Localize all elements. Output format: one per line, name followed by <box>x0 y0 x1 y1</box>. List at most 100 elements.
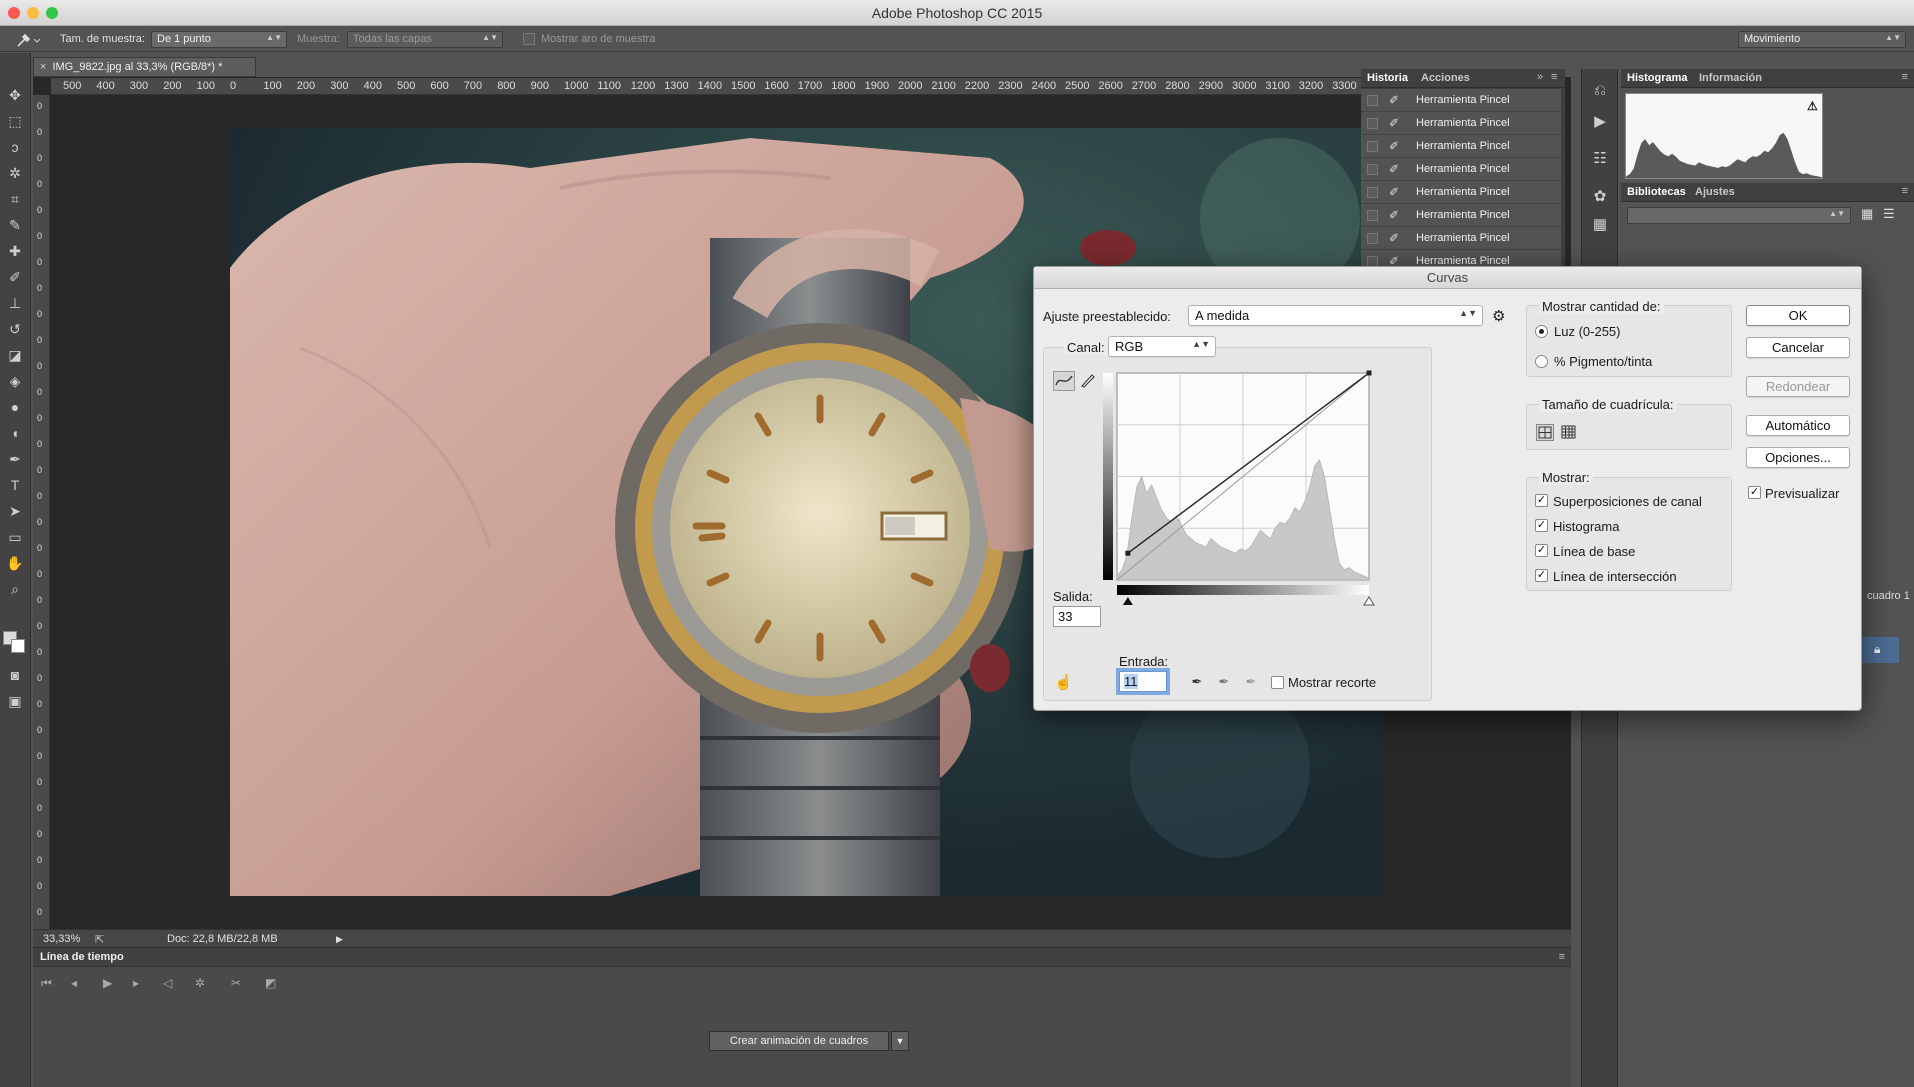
tab-actions[interactable]: Acciones <box>1421 72 1470 84</box>
screen-mode-icon[interactable]: ▣ <box>3 689 27 713</box>
list-view-icon[interactable]: ☰ <box>1883 206 1895 222</box>
history-item[interactable]: ✐ Herramienta Pincel <box>1361 158 1561 181</box>
rectangle-tool-icon[interactable]: ▭ <box>3 525 27 549</box>
snapshot-checkbox[interactable] <box>1367 95 1378 106</box>
history-panel-icon[interactable]: ⎌ <box>1590 82 1610 102</box>
tab-histogram[interactable]: Histograma <box>1627 72 1688 84</box>
audio-icon[interactable]: ◁ <box>163 976 172 990</box>
history-item[interactable]: ✐ Herramienta Pincel <box>1361 89 1561 112</box>
on-image-adjust-hand-icon[interactable]: ☝ <box>1054 673 1073 691</box>
blur-tool-icon[interactable]: ● <box>3 395 27 419</box>
panel-menu-icon[interactable]: ≡ <box>1902 185 1908 197</box>
tab-info[interactable]: Información <box>1699 72 1762 84</box>
channel-overlays-checkbox[interactable]: ✓ <box>1535 494 1548 507</box>
gray-point-eyedropper-icon[interactable]: ✒ <box>1216 674 1232 690</box>
light-radio[interactable] <box>1535 325 1548 338</box>
preset-select[interactable]: A medida ▲▼ <box>1188 305 1483 326</box>
pen-tool-icon[interactable]: ✒ <box>3 447 27 471</box>
grid-panel-icon[interactable]: ▦ <box>1590 215 1610 235</box>
warning-icon[interactable]: ⚠ <box>1807 99 1818 113</box>
collapse-panel-icon[interactable]: » <box>1537 71 1543 83</box>
play-icon[interactable]: ▶ <box>103 976 112 990</box>
sample-size-select[interactable]: De 1 punto ▲▼ <box>151 31 287 48</box>
zoom-level[interactable]: 33,33% <box>43 933 80 945</box>
doc-info[interactable]: Doc: 22,8 MB/22,8 MB <box>167 933 278 945</box>
cancel-button[interactable]: Cancelar <box>1746 337 1850 358</box>
eyedropper-tool-icon[interactable]: ✎ <box>3 213 27 237</box>
show-clipping-checkbox[interactable] <box>1271 676 1284 689</box>
crop-tool-icon[interactable]: ⌗ <box>3 187 27 211</box>
history-item[interactable]: ✐ Herramienta Pincel <box>1361 204 1561 227</box>
panel-menu-icon[interactable]: ≡ <box>1559 951 1565 963</box>
channel-select[interactable]: RGB ▲▼ <box>1108 336 1216 357</box>
zoom-tool-icon[interactable]: ⌕ <box>3 577 27 601</box>
history-item[interactable]: ✐ Herramienta Pincel <box>1361 227 1561 250</box>
library-select[interactable]: ▲▼ <box>1627 207 1851 224</box>
panel-menu-icon[interactable]: ≡ <box>1902 71 1908 83</box>
horizontal-ruler[interactable]: 500 400 300 200 100 0 100 200 300 400 500 600 700 800… <box>51 78 1361 95</box>
curve-graph[interactable] <box>1103 370 1429 680</box>
output-field[interactable] <box>1053 606 1101 627</box>
transition-icon[interactable]: ◩ <box>265 976 276 990</box>
ok-button[interactable]: OK <box>1746 305 1850 326</box>
grid-view-icon[interactable]: ▦ <box>1861 206 1873 222</box>
panel-menu-icon[interactable]: ≡ <box>1551 71 1557 83</box>
actions-panel-icon[interactable]: ▶ <box>1590 112 1610 132</box>
next-frame-icon[interactable]: ▸ <box>133 976 139 990</box>
healing-brush-tool-icon[interactable]: ✚ <box>3 239 27 263</box>
hand-tool-icon[interactable]: ✋ <box>3 551 27 575</box>
swatches-panel-icon[interactable]: ✿ <box>1590 187 1610 207</box>
options-button[interactable]: Opciones... <box>1746 447 1850 468</box>
detailed-grid-icon[interactable] <box>1561 425 1577 440</box>
document-tab[interactable]: × IMG_9822.jpg al 33,3% (RGB/8*) * <box>33 57 256 77</box>
selected-layer-row[interactable]: 🔒︎ <box>1859 637 1899 663</box>
vertical-ruler[interactable]: 0 0 0 0 0 0 0 0 0 0 0 0 0 0 0 0 0 0 0 0 0 0 0 0 0 0 0 0 0 0 0 0 <box>33 95 50 930</box>
pigment-radio[interactable] <box>1535 355 1548 368</box>
auto-button[interactable]: Automático <box>1746 415 1850 436</box>
sample-select[interactable]: Todas las capas ▲▼ <box>347 31 503 48</box>
snapshot-checkbox[interactable] <box>1367 118 1378 129</box>
previous-frame-icon[interactable]: ◂ <box>71 976 77 990</box>
marquee-tool-icon[interactable]: ⬚ <box>3 109 27 133</box>
eraser-tool-icon[interactable]: ◪ <box>3 343 27 367</box>
history-brush-tool-icon[interactable]: ↺ <box>3 317 27 341</box>
smooth-button[interactable]: Redondear <box>1746 376 1850 397</box>
snapshot-checkbox[interactable] <box>1367 187 1378 198</box>
magic-wand-tool-icon[interactable]: ✲ <box>3 161 27 185</box>
brush-tool-icon[interactable]: ✐ <box>3 265 27 289</box>
snapshot-checkbox[interactable] <box>1367 210 1378 221</box>
preset-options-gear-icon[interactable]: ⚙ <box>1492 307 1505 325</box>
properties-panel-icon[interactable]: ☷ <box>1590 149 1610 169</box>
workspace-select[interactable]: Movimiento ▲▼ <box>1738 31 1906 48</box>
snapshot-checkbox[interactable] <box>1367 164 1378 175</box>
tab-adjustments[interactable]: Ajustes <box>1695 186 1735 198</box>
settings-gear-icon[interactable]: ✲ <box>195 976 205 990</box>
clone-stamp-tool-icon[interactable]: ⊥ <box>3 291 27 315</box>
type-tool-icon[interactable]: T <box>3 473 27 497</box>
history-item[interactable]: ✐ Herramienta Pincel <box>1361 112 1561 135</box>
preview-checkbox[interactable]: ✓ <box>1748 486 1761 499</box>
history-item[interactable]: ✐ Herramienta Pincel <box>1361 181 1561 204</box>
history-item[interactable]: ✐ Herramienta Pincel <box>1361 135 1561 158</box>
white-point-eyedropper-icon[interactable]: ✒ <box>1243 674 1259 690</box>
chevron-down-icon[interactable]: ▼ <box>891 1031 909 1051</box>
tab-libraries[interactable]: Bibliotecas <box>1627 186 1686 198</box>
first-frame-icon[interactable]: ⏮ <box>41 976 52 991</box>
intersection-line-checkbox[interactable]: ✓ <box>1535 569 1548 582</box>
simple-grid-icon[interactable] <box>1536 424 1554 441</box>
black-point-eyedropper-icon[interactable]: ✒ <box>1189 674 1205 690</box>
background-color-swatch[interactable] <box>11 639 25 653</box>
pencil-draw-icon[interactable] <box>1079 371 1097 391</box>
move-tool-icon[interactable]: ✥ <box>3 83 27 107</box>
lasso-tool-icon[interactable]: ↄ <box>3 135 27 159</box>
quick-mask-icon[interactable]: ◙ <box>3 663 27 687</box>
histogram-checkbox[interactable]: ✓ <box>1535 519 1548 532</box>
snapshot-checkbox[interactable] <box>1367 141 1378 152</box>
share-icon[interactable]: ⇱ <box>95 933 104 946</box>
baseline-checkbox[interactable]: ✓ <box>1535 544 1548 557</box>
input-field[interactable]: 11 <box>1119 671 1167 692</box>
curve-edit-points-icon[interactable] <box>1053 371 1075 391</box>
tab-history[interactable]: Historia <box>1367 72 1408 84</box>
eyedropper-tool-preset-icon[interactable] <box>12 30 42 50</box>
close-tab-icon[interactable]: × <box>40 61 46 73</box>
